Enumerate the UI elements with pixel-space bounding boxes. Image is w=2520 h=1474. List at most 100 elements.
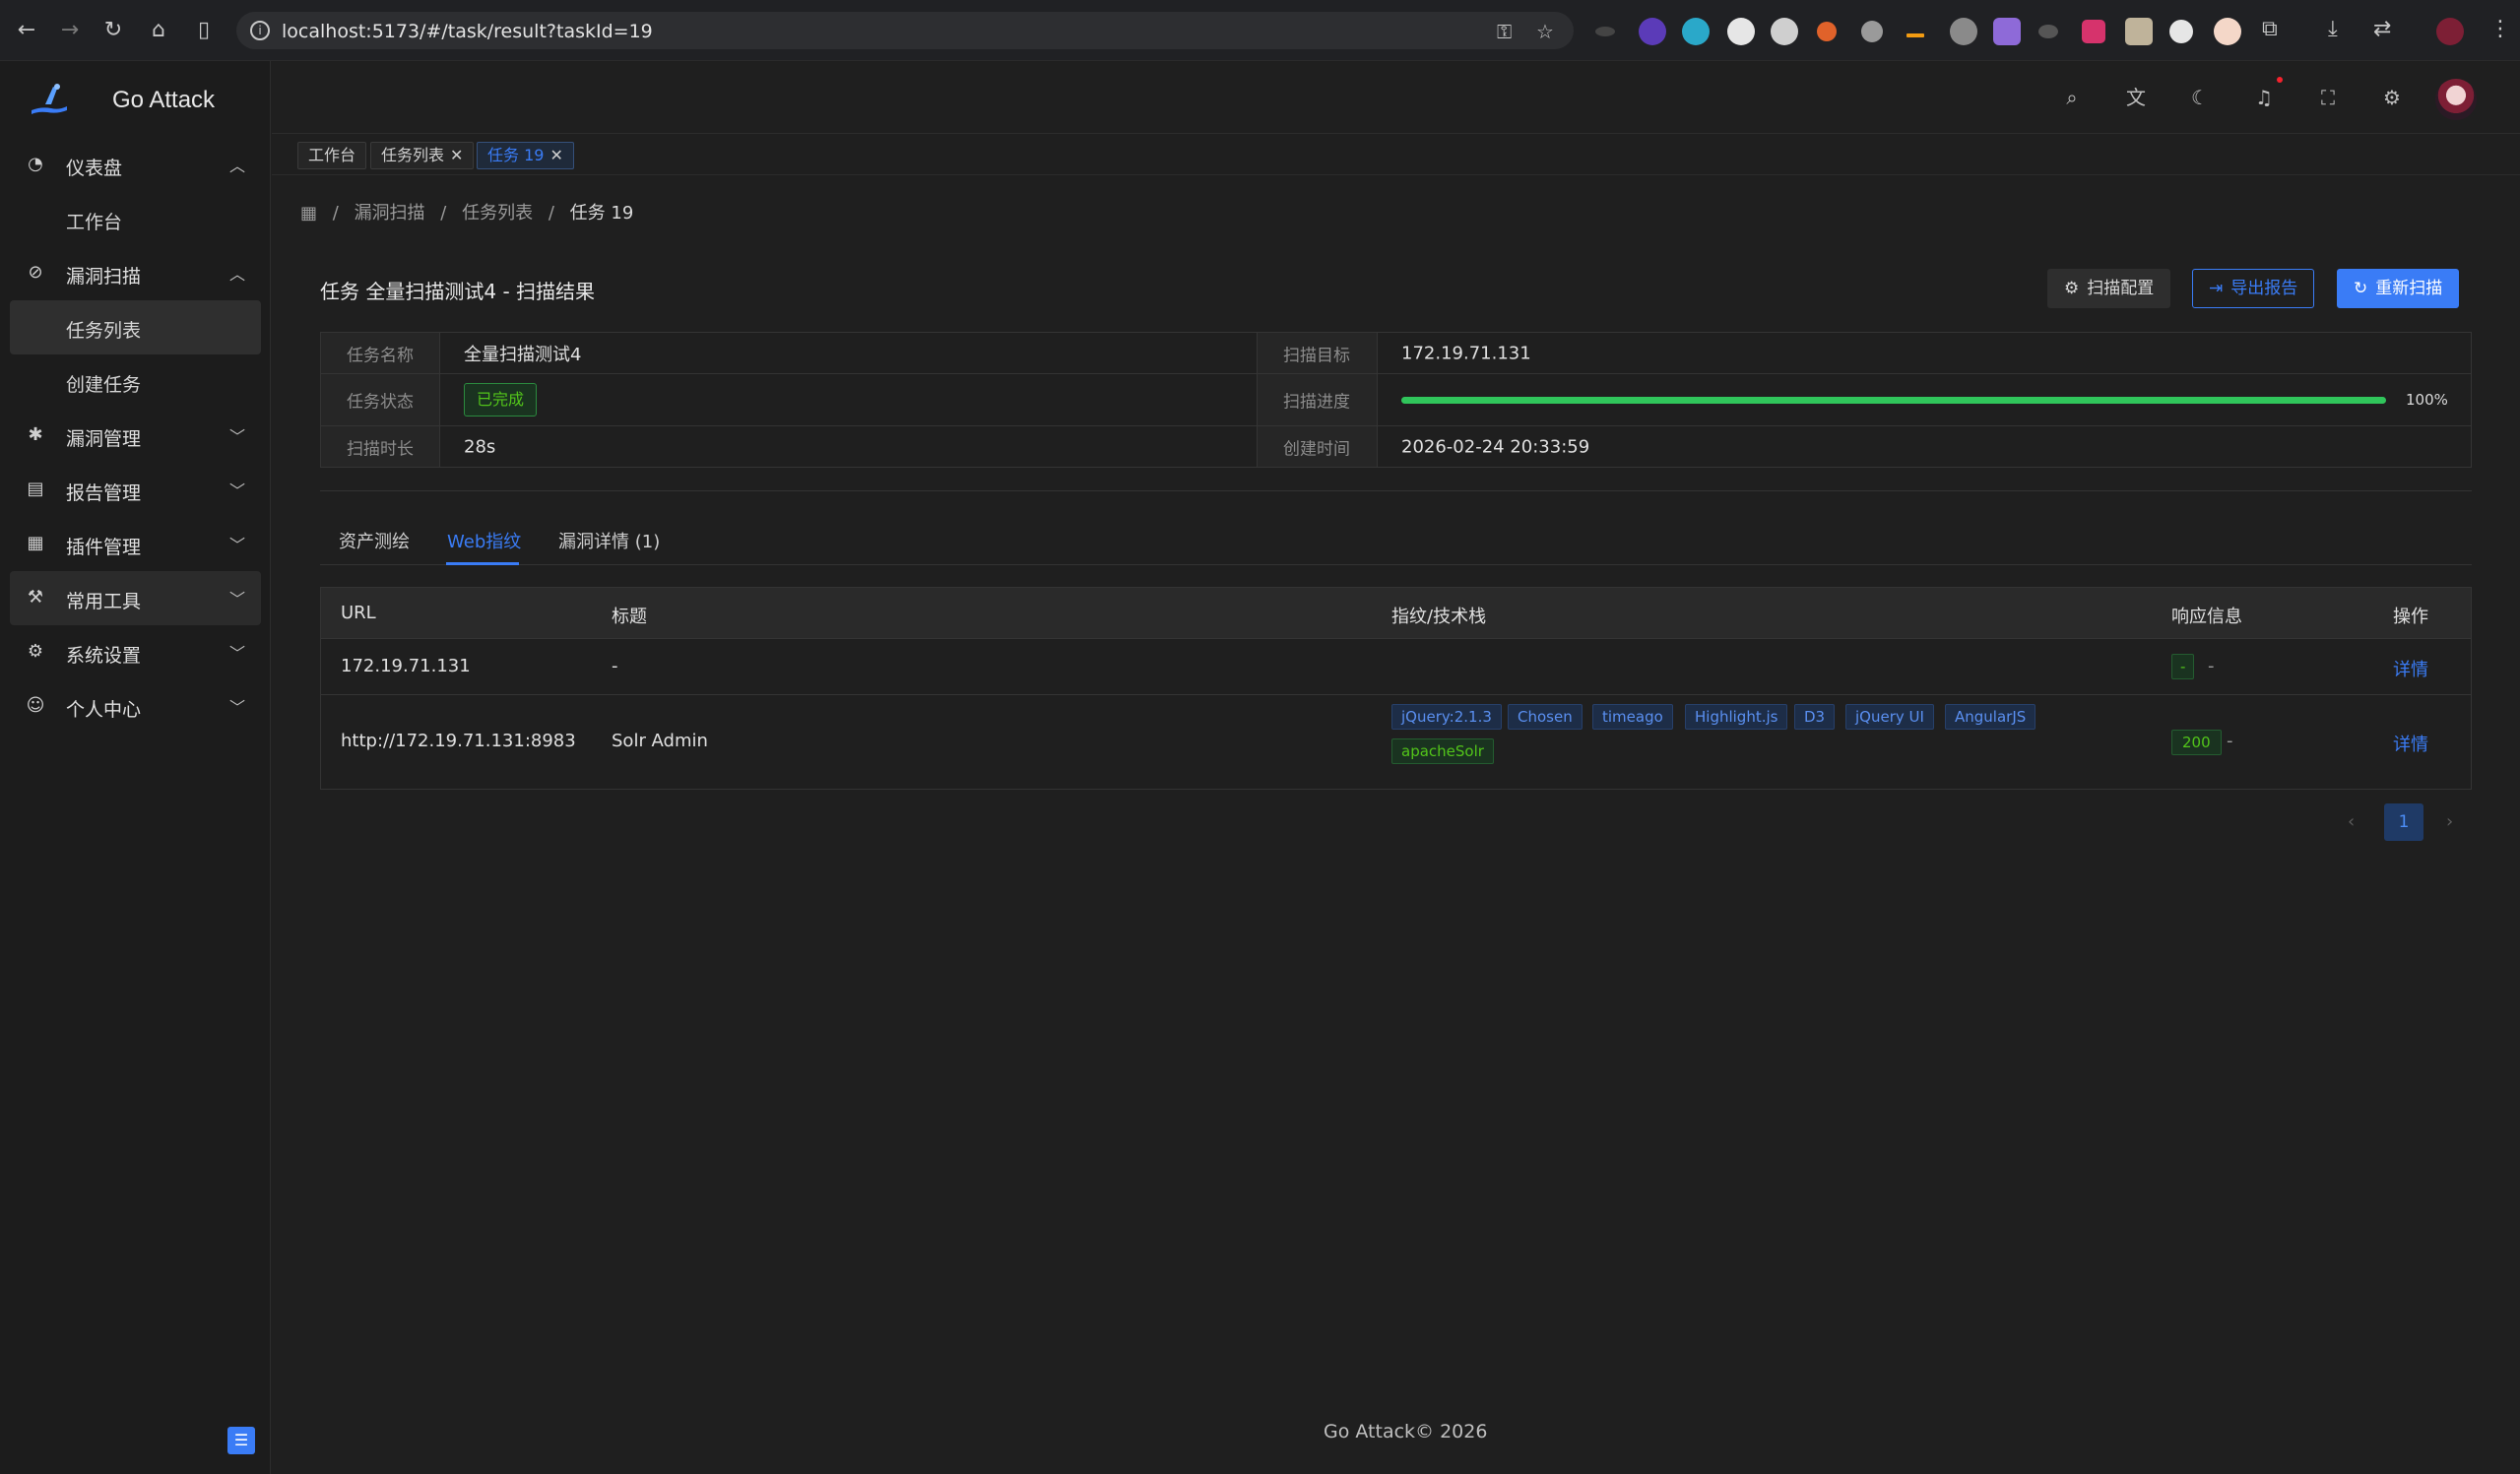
extension-icon[interactable] — [1993, 18, 2021, 45]
extension-icon[interactable] — [1950, 18, 1977, 45]
column-header: 标题 — [612, 607, 647, 627]
forward-icon[interactable]: → — [57, 16, 83, 45]
fullscreen-icon[interactable]: ⛶ — [2315, 85, 2341, 110]
sidebar-item-label: 报告管理 — [66, 482, 142, 504]
tab-web-fingerprint[interactable]: Web指纹 — [447, 528, 521, 553]
sidebar-item-task-list[interactable]: 任务列表 — [10, 300, 261, 354]
close-icon[interactable]: ✕ — [450, 146, 463, 164]
sidebar-panel-icon[interactable]: ▯ — [191, 16, 217, 45]
url-text: localhost:5173/#/task/result?taskId=19 — [282, 21, 653, 42]
sidebar-item-plugin-management[interactable]: ▦ 插件管理 ﹀ — [10, 517, 261, 571]
sidebar-item-vuln-management[interactable]: ✱ 漏洞管理 ﹀ — [10, 409, 261, 463]
extension-icon[interactable] — [2038, 25, 2058, 38]
extension-icon[interactable] — [1861, 21, 1883, 42]
button-label: 扫描配置 — [2087, 279, 2155, 298]
page-number-button[interactable]: 1 — [2384, 803, 2423, 841]
translate-icon[interactable]: ⇄ — [2373, 17, 2391, 41]
extension-icon[interactable] — [1595, 27, 1615, 36]
notification-bell-icon[interactable]: ♫ — [2251, 85, 2277, 110]
task-name-value: 全量扫描测试4 — [440, 333, 1258, 373]
bug-icon: ✱ — [28, 424, 43, 445]
extension-icon[interactable] — [1771, 18, 1798, 45]
extension-icon[interactable] — [1906, 33, 1924, 37]
label-text: 扫描进度 — [1283, 392, 1350, 413]
dark-mode-moon-icon[interactable]: ☾ — [2187, 85, 2213, 110]
sidebar-item-label: 常用工具 — [66, 591, 142, 612]
status-code-badge: - — [2171, 654, 2195, 679]
browser-menu-icon[interactable]: ⋮ — [2489, 17, 2511, 41]
fingerprint-table: URL 标题 指纹/技术栈 响应信息 操作 172.19.71.131 - - … — [320, 587, 2472, 790]
scan-target-value: 172.19.71.131 — [1378, 333, 2471, 373]
table-row: 172.19.71.131 - - - 详情 — [321, 639, 2471, 695]
extension-icon[interactable] — [1682, 18, 1710, 45]
tab-label: 任务列表 — [381, 146, 445, 164]
chevron-down-icon: ﹀ — [228, 481, 245, 500]
scan-icon: ⊘ — [28, 262, 43, 283]
sidebar-item-vuln-scan[interactable]: ⊘ 漏洞扫描 ︿ — [10, 246, 261, 300]
sidebar-item-profile[interactable]: ☺ 个人中心 ﹀ — [10, 679, 261, 734]
sidebar-item-common-tools[interactable]: ⚒ 常用工具 ﹀ — [10, 571, 261, 625]
details-link[interactable]: 详情 — [2393, 731, 2428, 756]
language-icon[interactable]: 文 — [2123, 85, 2149, 110]
table-header: URL 标题 指纹/技术栈 响应信息 操作 — [321, 588, 2471, 639]
active-tab-indicator — [446, 562, 519, 565]
label-text: 扫描时长 — [347, 439, 414, 459]
sidebar-item-workbench[interactable]: 工作台 — [10, 192, 261, 246]
sidebar-item-system-settings[interactable]: ⚙ 系统设置 ﹀ — [10, 625, 261, 679]
sidebar-item-label: 创建任务 — [66, 374, 142, 396]
back-icon[interactable]: ← — [14, 16, 39, 45]
prev-page-button[interactable]: ‹ — [2348, 811, 2355, 832]
label-text: 任务状态 — [347, 392, 414, 413]
created-time-value: 2026-02-24 20:33:59 — [1378, 426, 2471, 467]
profile-avatar-icon[interactable] — [2436, 18, 2464, 45]
site-info-icon[interactable]: i — [250, 21, 270, 40]
home-grid-icon[interactable]: ▦ — [300, 203, 317, 224]
sidebar-item-report-management[interactable]: ▤ 报告管理 ﹀ — [10, 463, 261, 517]
download-icon[interactable]: ⤓ — [2328, 17, 2338, 41]
breadcrumb-item[interactable]: 任务列表 — [462, 203, 533, 224]
sidebar-item-dashboard[interactable]: ◔ 仪表盘 ︿ — [10, 138, 261, 192]
tab-workbench[interactable]: 工作台 — [297, 142, 367, 169]
settings-gear-icon[interactable]: ⚙ — [2379, 85, 2405, 110]
bookmark-star-icon[interactable]: ☆ — [1536, 20, 1554, 43]
extension-icon[interactable] — [1817, 22, 1837, 41]
tab-task-19[interactable]: 任务 19 ✕ — [477, 142, 574, 169]
extension-icon[interactable] — [1727, 18, 1755, 45]
collapse-sidebar-button[interactable]: ☰ — [227, 1427, 255, 1454]
reload-icon[interactable]: ↻ — [100, 16, 126, 45]
scan-config-button[interactable]: ⚙ 扫描配置 — [2047, 269, 2171, 308]
next-page-button[interactable]: › — [2446, 811, 2453, 832]
extension-icon[interactable] — [2082, 20, 2105, 43]
sidebar-item-create-task[interactable]: 创建任务 — [10, 354, 261, 409]
extension-icon[interactable] — [2169, 20, 2193, 43]
extension-icon[interactable] — [2125, 18, 2153, 45]
address-bar[interactable]: i localhost:5173/#/task/result?taskId=19… — [236, 12, 1574, 49]
home-icon[interactable]: ⌂ — [146, 16, 171, 45]
duration-value: 28s — [440, 426, 1258, 467]
tab-asset-mapping[interactable]: 资产测绘 — [339, 528, 410, 553]
tab-vuln-details[interactable]: 漏洞详情 (1) — [558, 528, 660, 553]
fingerprint-tag: Highlight.js — [1685, 704, 1788, 730]
extension-icon[interactable] — [1639, 18, 1666, 45]
column-header: 指纹/技术栈 — [1391, 607, 1487, 627]
sidebar-menu: ◔ 仪表盘 ︿ 工作台 ⊘ 漏洞扫描 ︿ 任务列表 创建任务 ✱ 漏洞管理 ﹀ … — [0, 138, 271, 734]
breadcrumb-item[interactable]: 漏洞扫描 — [355, 203, 425, 224]
url-cell: http://172.19.71.131:8983 — [341, 731, 576, 751]
search-icon[interactable]: ⌕ — [2059, 85, 2085, 110]
sidebar-item-label: 插件管理 — [66, 537, 142, 558]
rescan-button[interactable]: ↻ 重新扫描 — [2337, 269, 2460, 308]
chevron-up-icon: ︿ — [228, 265, 245, 284]
response-info: - — [2208, 656, 2215, 676]
gear-icon: ⚙ — [2064, 279, 2080, 298]
value-text: 全量扫描测试4 — [464, 344, 582, 365]
user-avatar[interactable] — [2435, 79, 2477, 120]
password-key-icon[interactable]: ⚿ — [1497, 20, 1512, 43]
close-icon[interactable]: ✕ — [549, 146, 562, 164]
title-cell: Solr Admin — [612, 731, 708, 751]
tab-task-list[interactable]: 任务列表 ✕ — [370, 142, 475, 169]
extensions-puzzle-icon[interactable]: ⧉ — [2262, 17, 2278, 41]
export-report-button[interactable]: ⇥ 导出报告 — [2192, 269, 2315, 308]
extension-icon[interactable] — [2214, 18, 2241, 45]
label-text: 扫描目标 — [1283, 346, 1350, 365]
details-link[interactable]: 详情 — [2393, 656, 2428, 681]
